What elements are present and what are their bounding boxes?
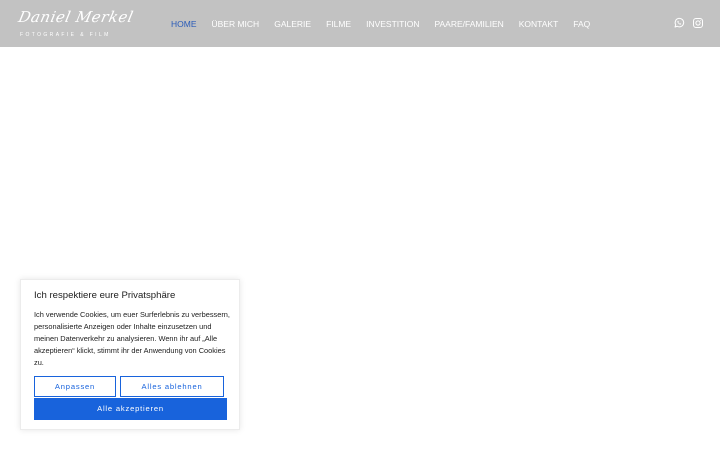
nav-item-filme[interactable]: FILME: [326, 19, 351, 29]
whatsapp-icon[interactable]: [673, 17, 685, 29]
nav-item-galerie[interactable]: GALERIE: [274, 19, 311, 29]
nav-item-faq[interactable]: FAQ: [573, 19, 590, 29]
site-logo[interactable]: Daniel Merkel FOTOGRAFIE & FILM: [16, 8, 136, 40]
nav-item-home[interactable]: HOME: [171, 19, 197, 29]
instagram-icon[interactable]: [692, 17, 704, 29]
logo-subtitle: FOTOGRAFIE & FILM: [20, 32, 111, 38]
logo-script-text: Daniel Merkel: [16, 8, 136, 26]
nav-item-kontakt[interactable]: KONTAKT: [519, 19, 559, 29]
site-header: Daniel Merkel FOTOGRAFIE & FILM HOME ÜBE…: [0, 0, 720, 47]
nav-item-investition[interactable]: INVESTITION: [366, 19, 419, 29]
nav-item-ueber-mich[interactable]: ÜBER MICH: [212, 19, 260, 29]
main-navigation: HOME ÜBER MICH GALERIE FILME INVESTITION…: [171, 0, 605, 47]
social-links: [666, 15, 704, 31]
reject-all-button[interactable]: Alles ablehnen: [120, 376, 224, 397]
cookie-banner-text: Ich verwende Cookies, um euer Surferlebn…: [34, 310, 230, 367]
accept-all-button[interactable]: Alle akzeptieren: [34, 398, 227, 420]
nav-item-paare-familien[interactable]: PAARE/FAMILIEN: [434, 19, 503, 29]
cookie-consent-banner: Ich respektiere eure Privatsphäre Ich ve…: [20, 279, 240, 430]
cookie-banner-title: Ich respektiere eure Privatsphäre: [34, 290, 176, 301]
customize-button[interactable]: Anpassen: [34, 376, 116, 397]
